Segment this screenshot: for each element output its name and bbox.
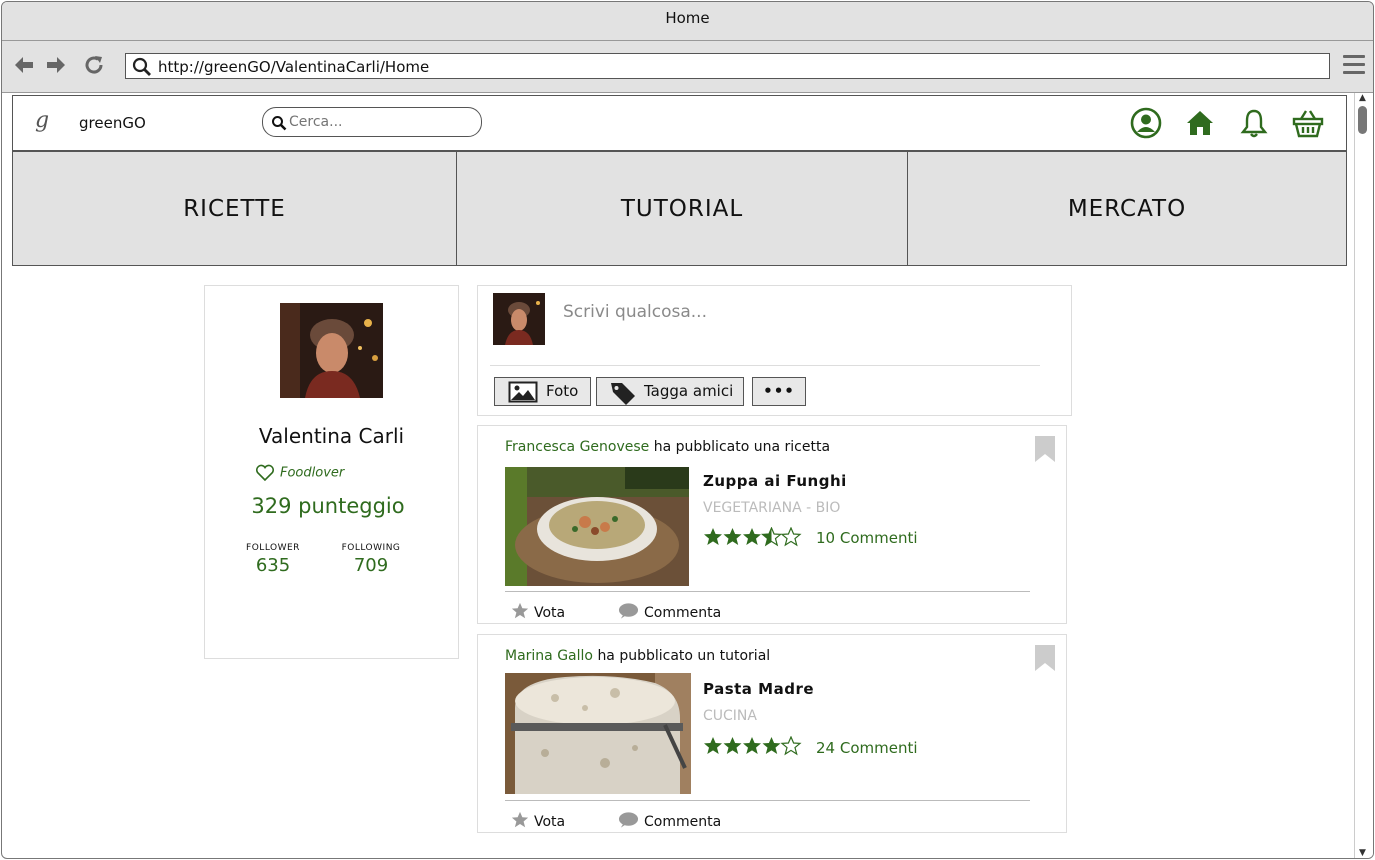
avatar bbox=[493, 293, 545, 345]
tab-ricette[interactable]: RICETTE bbox=[12, 151, 457, 266]
profile-badge: Foodlover bbox=[255, 464, 344, 482]
home-icon[interactable] bbox=[1184, 107, 1216, 139]
scroll-thumb[interactable] bbox=[1358, 106, 1367, 134]
scroll-up-icon[interactable]: ▲ bbox=[1359, 93, 1366, 103]
forward-arrow-icon[interactable] bbox=[44, 53, 68, 77]
post-category: CUCINA bbox=[703, 708, 757, 724]
search-icon bbox=[132, 57, 151, 76]
post-title[interactable]: Zuppa ai Funghi bbox=[703, 472, 847, 490]
scroll-down-icon[interactable]: ▼ bbox=[1359, 848, 1366, 858]
tag-icon bbox=[611, 383, 635, 405]
bell-icon[interactable] bbox=[1238, 107, 1270, 139]
composer-input[interactable]: Scrivi qualcosa... bbox=[563, 302, 707, 322]
tab-label: RICETTE bbox=[183, 195, 286, 222]
menu-icon[interactable] bbox=[1343, 55, 1365, 79]
header-icons bbox=[1113, 107, 1324, 141]
photo-button[interactable]: Foto bbox=[494, 377, 591, 406]
badge-label: Foodlover bbox=[280, 465, 345, 481]
avatar[interactable] bbox=[280, 303, 383, 398]
search-icon bbox=[272, 116, 287, 131]
rating-stars[interactable] bbox=[703, 527, 803, 547]
browser-window: Home http://greenGO/ValentinaCarli/Home … bbox=[1, 1, 1374, 859]
browser-toolbar: http://greenGO/ValentinaCarli/Home bbox=[2, 41, 1373, 93]
vote-button[interactable]: Vota bbox=[511, 602, 565, 621]
profile-card: Valentina Carli Foodlover 329 punteggio … bbox=[204, 285, 459, 659]
post-title[interactable]: Pasta Madre bbox=[703, 680, 814, 698]
divider bbox=[505, 800, 1030, 801]
profile-name: Valentina Carli bbox=[258, 424, 405, 448]
scrollbar[interactable]: ▲ ▼ bbox=[1354, 93, 1373, 858]
post-composer: Scrivi qualcosa... Foto Tagga amici ••• bbox=[477, 285, 1072, 416]
follower-label: FOLLOWER bbox=[246, 543, 300, 553]
post-category: VEGETARIANA - BIO bbox=[703, 500, 841, 516]
divider bbox=[490, 365, 1040, 366]
post-comments-count[interactable]: 24 Commenti bbox=[816, 739, 918, 757]
tag-friends-button[interactable]: Tagga amici bbox=[596, 377, 744, 406]
comment-button[interactable]: Commenta bbox=[618, 602, 721, 621]
rating-stars[interactable] bbox=[703, 736, 803, 756]
vote-label: Vota bbox=[534, 605, 566, 621]
tag-friends-label: Tagga amici bbox=[644, 382, 734, 400]
window-title: Home bbox=[2, 2, 1373, 41]
profile-score: 329 punteggio bbox=[251, 494, 405, 518]
post-header: Francesca Genovese ha pubblicato una ric… bbox=[505, 439, 830, 455]
post-thumbnail[interactable] bbox=[505, 467, 689, 586]
search-input[interactable] bbox=[289, 112, 469, 132]
comment-label: Commenta bbox=[644, 605, 722, 621]
feed-post: Marina Gallo ha pubblicato un tutorial P… bbox=[477, 634, 1067, 833]
comment-button[interactable]: Commenta bbox=[618, 811, 721, 830]
post-header: Marina Gallo ha pubblicato un tutorial bbox=[505, 648, 770, 664]
more-icon: ••• bbox=[763, 382, 795, 400]
heart-icon bbox=[255, 464, 275, 482]
follower-stat[interactable]: FOLLOWER 635 bbox=[233, 543, 313, 576]
feed-post: Francesca Genovese ha pubblicato una ric… bbox=[477, 425, 1067, 624]
tab-tutorial[interactable]: TUTORIAL bbox=[456, 151, 908, 266]
photo-label: Foto bbox=[546, 382, 579, 400]
search-box[interactable] bbox=[262, 107, 482, 137]
more-options-button[interactable]: ••• bbox=[752, 377, 806, 406]
post-action: ha pubblicato un tutorial bbox=[597, 648, 771, 664]
tab-mercato[interactable]: MERCATO bbox=[907, 151, 1347, 266]
follower-count: 635 bbox=[255, 555, 291, 576]
post-author[interactable]: Marina Gallo bbox=[505, 648, 593, 664]
star-icon bbox=[704, 528, 722, 545]
following-stat[interactable]: FOLLOWING 709 bbox=[331, 543, 411, 576]
speech-bubble-icon bbox=[618, 812, 639, 828]
star-icon bbox=[511, 811, 529, 828]
reload-icon[interactable] bbox=[82, 53, 106, 77]
logo-icon[interactable]: g bbox=[35, 108, 49, 133]
bookmark-icon[interactable] bbox=[1034, 436, 1056, 462]
post-comments-count[interactable]: 10 Commenti bbox=[816, 529, 918, 547]
following-count: 709 bbox=[353, 555, 389, 576]
app-name[interactable]: greenGO bbox=[79, 114, 146, 132]
divider bbox=[505, 591, 1030, 592]
page-content: g greenGO RICETTE TUTORIAL MERCATO bbox=[12, 95, 1347, 858]
category-tabs: RICETTE TUTORIAL MERCATO bbox=[12, 151, 1347, 266]
basket-icon[interactable] bbox=[1292, 107, 1324, 139]
bookmark-icon[interactable] bbox=[1034, 645, 1056, 671]
speech-bubble-icon bbox=[618, 603, 639, 619]
user-circle-icon[interactable] bbox=[1130, 107, 1162, 139]
vote-label: Vota bbox=[534, 814, 566, 830]
app-header: g greenGO bbox=[12, 95, 1347, 151]
post-author[interactable]: Francesca Genovese bbox=[505, 439, 649, 455]
image-icon bbox=[508, 381, 538, 403]
tab-label: MERCATO bbox=[1067, 195, 1187, 222]
post-thumbnail[interactable] bbox=[505, 673, 691, 794]
star-icon bbox=[511, 602, 529, 619]
post-action: ha pubblicato una ricetta bbox=[653, 439, 831, 455]
back-arrow-icon[interactable] bbox=[12, 53, 36, 77]
vote-button[interactable]: Vota bbox=[511, 811, 565, 830]
address-bar[interactable]: http://greenGO/ValentinaCarli/Home bbox=[125, 53, 1330, 79]
url-text: http://greenGO/ValentinaCarli/Home bbox=[158, 58, 430, 76]
comment-label: Commenta bbox=[644, 814, 722, 830]
tab-label: TUTORIAL bbox=[620, 195, 744, 222]
following-label: FOLLOWING bbox=[341, 543, 401, 553]
